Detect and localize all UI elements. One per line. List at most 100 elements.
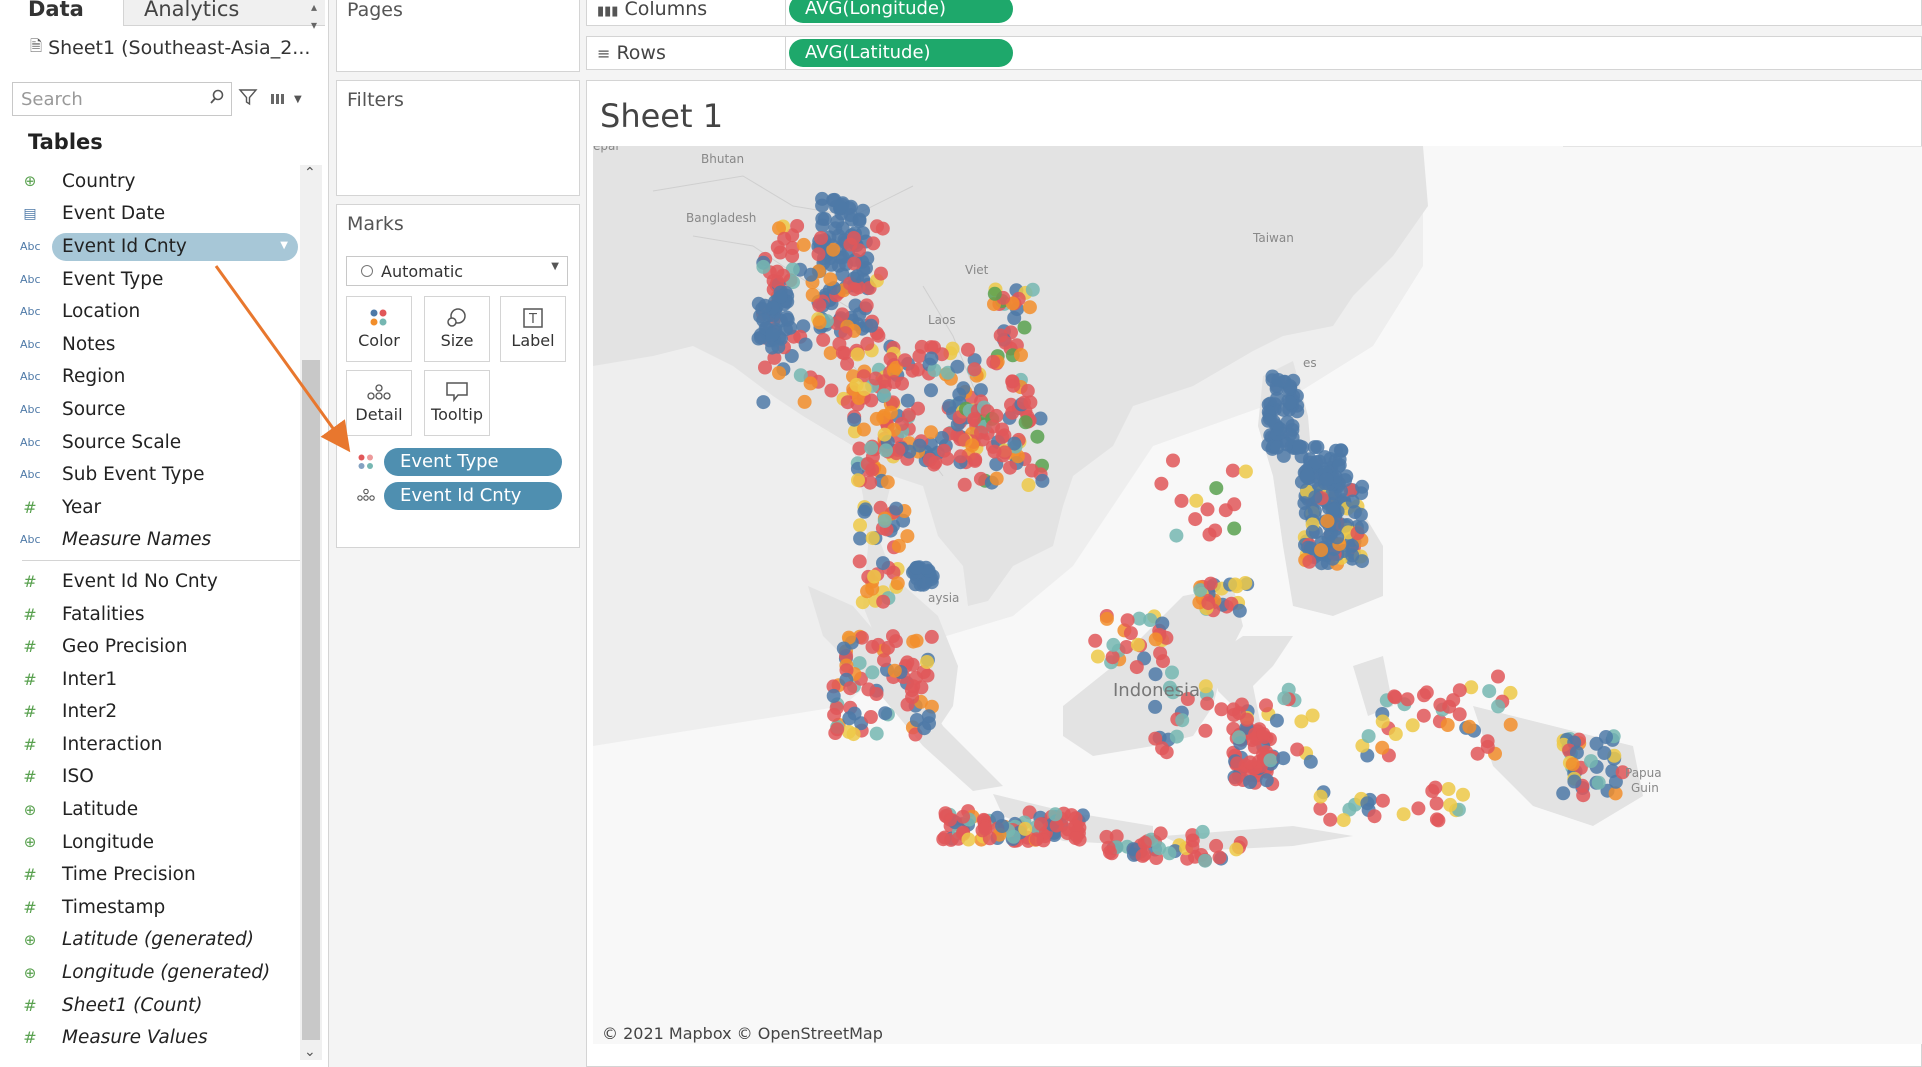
event-point[interactable] (1230, 756, 1245, 771)
event-point[interactable] (847, 282, 862, 297)
event-point[interactable] (770, 240, 785, 255)
event-point[interactable] (823, 272, 838, 287)
event-point[interactable] (846, 727, 861, 742)
event-point[interactable] (1035, 473, 1050, 488)
event-point[interactable] (1106, 637, 1121, 652)
field-item[interactable]: Abc Measure Names (0, 524, 300, 557)
event-point[interactable] (869, 726, 884, 741)
field-item[interactable]: # Measure Values (0, 1021, 300, 1054)
event-point[interactable] (1503, 717, 1518, 732)
event-point[interactable] (851, 473, 865, 488)
event-point[interactable] (1272, 422, 1287, 436)
event-point[interactable] (1314, 543, 1329, 558)
event-point[interactable] (1243, 755, 1258, 770)
event-point[interactable] (1021, 478, 1036, 492)
event-point[interactable] (967, 362, 982, 377)
event-point[interactable] (1214, 702, 1229, 717)
event-point[interactable] (986, 419, 1001, 434)
event-point[interactable] (1353, 507, 1368, 522)
event-point[interactable] (877, 513, 892, 528)
event-point[interactable] (1228, 772, 1243, 787)
event-point[interactable] (797, 394, 812, 409)
event-point[interactable] (1120, 613, 1135, 628)
event-point[interactable] (1169, 729, 1184, 744)
sheet-title[interactable]: Sheet 1 (600, 97, 723, 135)
event-point[interactable] (1452, 683, 1467, 698)
event-point[interactable] (852, 554, 867, 569)
event-point[interactable] (868, 371, 883, 386)
event-point[interactable] (1313, 789, 1328, 804)
event-point[interactable] (1153, 646, 1168, 661)
event-point[interactable] (843, 681, 858, 696)
avg-latitude-pill[interactable]: AVG(Latitude) (789, 39, 1013, 67)
event-point[interactable] (1361, 729, 1376, 744)
event-point[interactable] (956, 381, 971, 396)
event-point[interactable] (1491, 699, 1506, 714)
event-point[interactable] (1154, 476, 1169, 491)
field-item[interactable]: ▤ Event Date (0, 198, 300, 231)
event-point[interactable] (826, 688, 841, 703)
columns-shelf[interactable]: ▮▮▮ Columns AVG(Longitude) (586, 0, 1922, 26)
event-point[interactable] (957, 477, 972, 492)
tooltip-button[interactable]: Tooltip (424, 370, 490, 436)
event-point[interactable] (1443, 797, 1458, 812)
event-point[interactable] (765, 327, 780, 342)
event-point[interactable] (1259, 773, 1274, 788)
field-item[interactable]: ⊕ Latitude (generated) (0, 924, 300, 957)
event-point[interactable] (956, 809, 971, 824)
event-point[interactable] (1375, 714, 1390, 729)
event-point[interactable] (912, 438, 927, 453)
event-point[interactable] (815, 218, 830, 233)
event-point[interactable] (1034, 817, 1048, 832)
field-item[interactable]: Abc Sub Event Type (0, 458, 300, 491)
event-point[interactable] (869, 687, 884, 701)
event-point[interactable] (1243, 775, 1258, 789)
event-point[interactable] (846, 231, 861, 245)
event-point[interactable] (785, 248, 800, 263)
event-point[interactable] (1367, 809, 1382, 824)
event-point[interactable] (1153, 826, 1168, 841)
event-point[interactable] (1491, 669, 1505, 684)
event-point[interactable] (1135, 848, 1150, 863)
event-point[interactable] (950, 359, 965, 374)
event-point[interactable] (869, 411, 884, 426)
event-point[interactable] (1375, 793, 1390, 808)
event-point[interactable] (974, 425, 988, 440)
event-point[interactable] (866, 236, 881, 251)
event-point[interactable] (898, 353, 912, 368)
avg-longitude-pill[interactable]: AVG(Longitude) (789, 0, 1013, 23)
event-point[interactable] (1375, 740, 1390, 755)
event-point[interactable] (1137, 835, 1152, 850)
field-item[interactable]: ⊕ Country (0, 165, 300, 198)
event-point[interactable] (924, 629, 939, 644)
event-point[interactable] (924, 383, 938, 398)
event-point[interactable] (1411, 801, 1426, 816)
filter-icon[interactable] (238, 87, 258, 111)
event-point[interactable] (987, 444, 1002, 459)
event-point[interactable] (756, 259, 771, 274)
mark-type-dropdown[interactable]: Automatic ▼ (346, 256, 568, 286)
event-point[interactable] (796, 237, 811, 252)
event-point[interactable] (1456, 787, 1470, 802)
pages-card[interactable]: Pages (336, 0, 580, 72)
event-point[interactable] (847, 256, 862, 271)
event-point[interactable] (906, 634, 921, 649)
event-point[interactable] (772, 366, 786, 380)
event-point[interactable] (1229, 842, 1244, 857)
event-point[interactable] (937, 443, 951, 458)
field-item[interactable]: # Event Id No Cnty (0, 565, 300, 598)
event-point[interactable] (850, 347, 865, 362)
event-point[interactable] (830, 722, 845, 737)
event-point[interactable] (961, 342, 975, 357)
event-point[interactable] (890, 576, 905, 591)
event-point[interactable] (850, 269, 865, 284)
event-point[interactable] (756, 395, 771, 410)
event-point[interactable] (1345, 494, 1360, 509)
event-point[interactable] (1297, 496, 1312, 511)
event-point[interactable] (922, 716, 936, 731)
event-point[interactable] (867, 569, 882, 584)
event-point[interactable] (1143, 613, 1158, 627)
field-item[interactable]: # Time Precision (0, 858, 300, 891)
event-point[interactable] (1276, 751, 1291, 766)
event-point[interactable] (1396, 807, 1411, 822)
